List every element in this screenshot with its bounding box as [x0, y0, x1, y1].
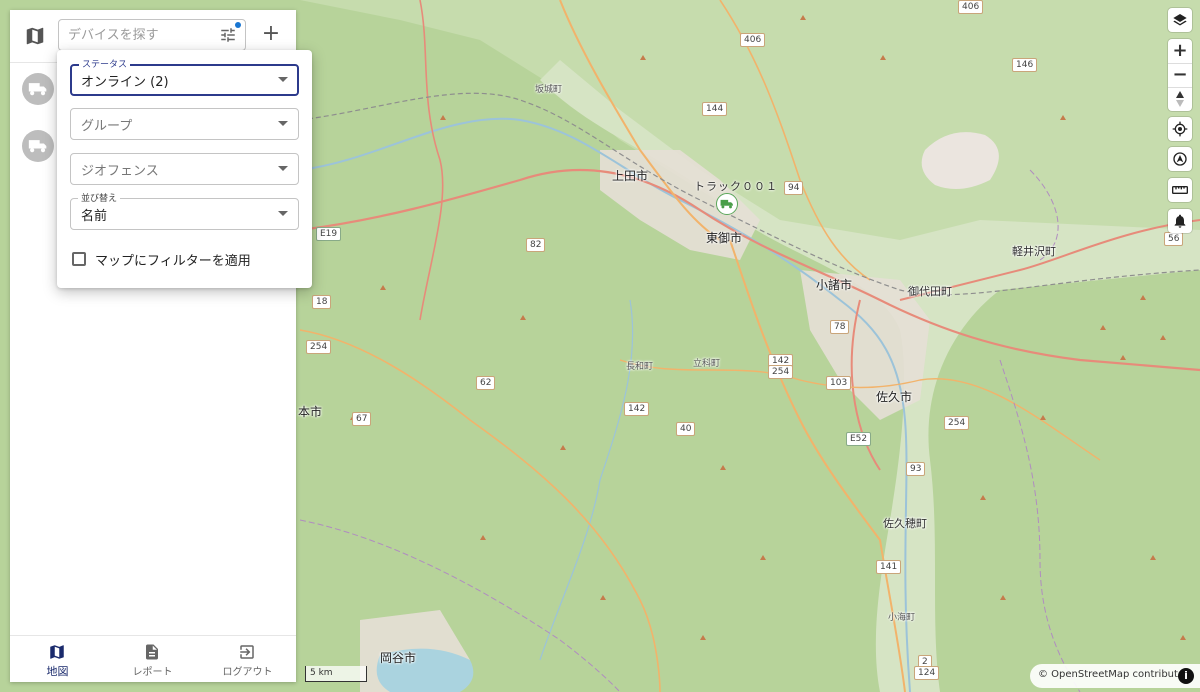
ruler-button[interactable]: [1168, 178, 1192, 202]
status-select-value: オンライン (2): [81, 75, 169, 90]
place-label: 坂城町: [535, 85, 563, 95]
description-icon: [146, 644, 158, 660]
place-label: 岡谷市: [380, 651, 417, 665]
notifications-button[interactable]: [1168, 209, 1192, 233]
route-shield: 93: [906, 462, 926, 476]
my-location-icon: [1172, 121, 1188, 137]
vehicle-label: トラック００１: [694, 180, 778, 193]
route-shield: 254: [944, 416, 970, 430]
bottom-navigation: 地図 レポート ログアウト: [10, 635, 296, 682]
chevron-down-icon: [278, 121, 288, 126]
search-input[interactable]: [68, 26, 208, 44]
filter-active-badge: [235, 22, 241, 28]
route-shield: 103: [826, 376, 852, 390]
map-attribution: © OpenStreetMap contributors i: [1030, 664, 1200, 688]
zoom-control: + −: [1168, 39, 1192, 111]
truck-icon: [28, 83, 47, 96]
scale-label: 5 km: [310, 668, 333, 678]
route-shield: E52: [846, 432, 872, 446]
truck-icon: [720, 199, 733, 209]
info-icon[interactable]: i: [1178, 668, 1194, 684]
place-label: 佐久市: [876, 390, 913, 404]
layers-icon: [1173, 14, 1187, 26]
route-shield: 82: [526, 238, 546, 252]
logout-icon: [240, 645, 254, 659]
nav-map-label: 地図: [46, 665, 69, 678]
nav-reports[interactable]: レポート: [105, 636, 200, 682]
route-shield: 18: [312, 295, 332, 309]
route-shield: 78: [830, 320, 850, 334]
nav-logout-label: ログアウト: [222, 667, 273, 678]
chevron-down-icon: [278, 166, 288, 171]
zoom-in-button[interactable]: +: [1168, 39, 1192, 63]
scale-bar: 5 km: [305, 666, 367, 682]
device-avatar[interactable]: [22, 130, 54, 162]
route-shield: 406: [958, 0, 984, 14]
group-select[interactable]: グループ: [70, 108, 299, 140]
group-select-placeholder: グループ: [81, 119, 133, 134]
nav-logout[interactable]: ログアウト: [200, 636, 295, 682]
sort-select-label: 並び替え: [78, 191, 121, 204]
apply-filter-label[interactable]: マップにフィルターを適用: [95, 250, 251, 269]
follow-icon: [1173, 152, 1187, 166]
bell-icon: [1174, 214, 1186, 228]
place-label: 立科町: [693, 359, 721, 369]
route-shield: E19: [316, 227, 342, 241]
device-avatar[interactable]: [22, 73, 54, 105]
device-search: [58, 19, 246, 51]
sort-select-value: 名前: [81, 209, 108, 224]
sort-select[interactable]: 並び替え 名前: [70, 191, 299, 230]
map-icon: [50, 645, 64, 659]
ruler-icon: [1172, 186, 1188, 194]
nav-map[interactable]: 地図: [10, 636, 105, 682]
add-device-button[interactable]: +: [258, 22, 284, 48]
apply-filter-checkbox[interactable]: [72, 252, 86, 266]
place-label: 佐久穂町: [883, 517, 927, 530]
place-label: 御代田町: [908, 285, 952, 298]
place-label: 東御市: [706, 231, 743, 245]
route-shield: 141: [876, 560, 902, 574]
vehicle-marker[interactable]: [716, 193, 738, 215]
truck-icon: [28, 140, 47, 153]
locate-button[interactable]: [1168, 117, 1192, 141]
status-select[interactable]: ステータス オンライン (2): [70, 57, 299, 96]
filter-popover: ステータス オンライン (2) グループ ジオフェンス 並び替え 名前 マップに…: [57, 50, 312, 288]
route-shield: 94: [784, 181, 804, 195]
compass-icon: [1176, 91, 1184, 107]
geofence-select[interactable]: ジオフェンス: [70, 153, 299, 185]
nav-reports-label: レポート: [132, 667, 173, 678]
place-label: 小諸市: [816, 278, 853, 292]
route-shield: 146: [1012, 58, 1038, 72]
chevron-down-icon: [278, 77, 288, 82]
place-label: 長和町: [626, 362, 654, 372]
route-shield: 124: [914, 666, 940, 680]
place-label: 本市: [298, 405, 323, 419]
route-shield: 254: [768, 365, 794, 379]
route-shield: 144: [702, 102, 728, 116]
route-shield: 62: [476, 376, 496, 390]
route-shield: 142: [624, 402, 650, 416]
attribution-text[interactable]: © OpenStreetMap contributors: [1038, 669, 1193, 680]
chevron-down-icon: [278, 211, 288, 216]
route-shield: 67: [352, 412, 372, 426]
geofence-select-placeholder: ジオフェンス: [81, 164, 159, 179]
map-icon[interactable]: [24, 25, 46, 47]
route-shield: 56: [1164, 232, 1184, 246]
route-shield: 254: [306, 340, 332, 354]
zoom-out-button[interactable]: −: [1168, 63, 1192, 87]
status-select-label: ステータス: [79, 57, 131, 70]
place-label: 軽井沢町: [1012, 245, 1056, 258]
compass-button[interactable]: [1168, 87, 1192, 111]
place-label: 上田市: [612, 169, 649, 183]
route-shield: 40: [676, 422, 696, 436]
follow-button[interactable]: [1168, 147, 1192, 171]
route-shield: 406: [740, 33, 766, 47]
layers-button[interactable]: [1168, 8, 1192, 32]
place-label: 小海町: [888, 613, 916, 623]
tune-icon[interactable]: [219, 26, 237, 44]
